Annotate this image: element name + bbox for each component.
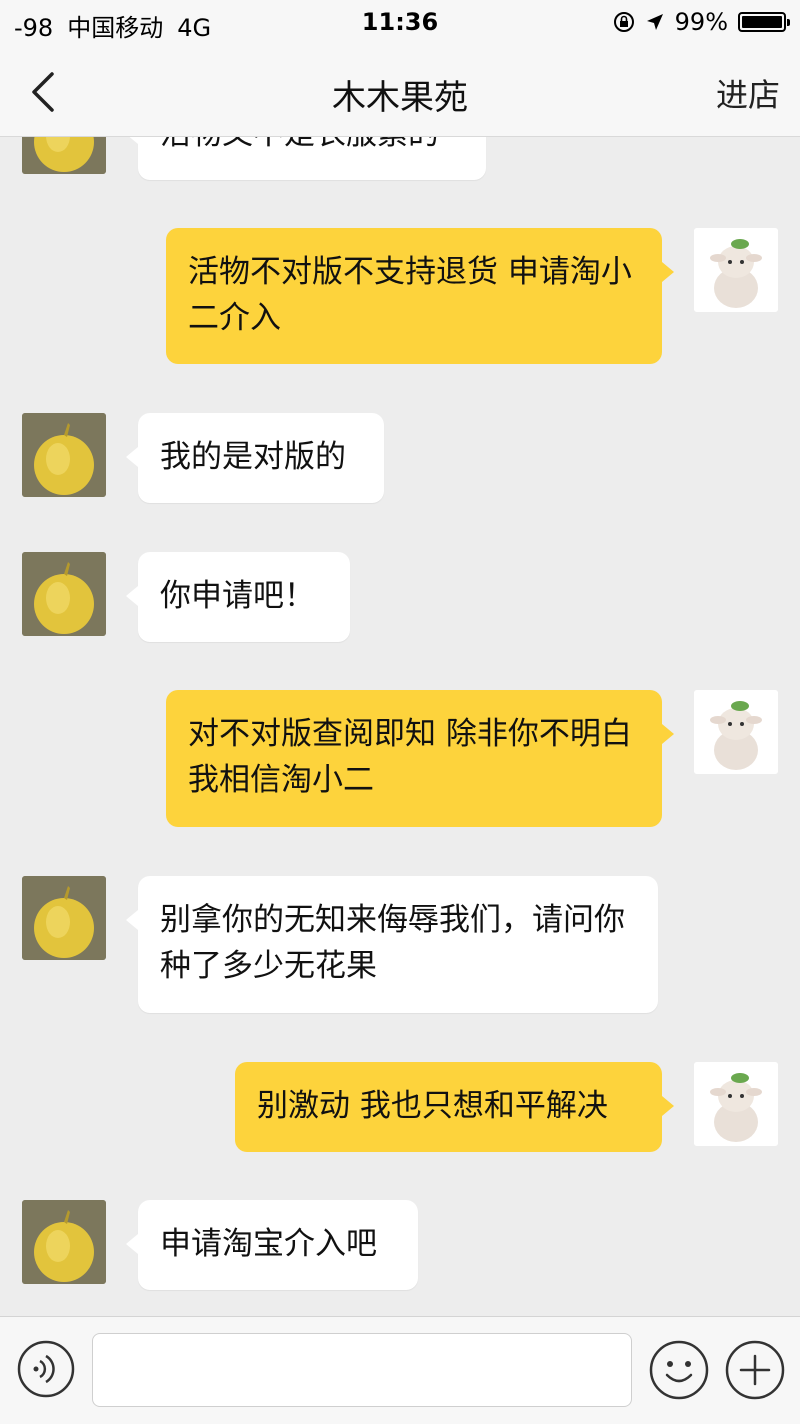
message-text: 我的是对版的 xyxy=(160,439,346,475)
chat-area[interactable]: 活物又不是衣服素的 活物不对版不支持退货 申请淘小二介入 我的是对版的 你申请吧… xyxy=(0,0,800,1316)
message-bubble[interactable]: 你申请吧！ xyxy=(126,552,350,642)
battery-icon xyxy=(738,12,790,32)
enter-shop-button[interactable]: 进店 xyxy=(716,70,780,116)
message-text: 你申请吧！ xyxy=(160,578,315,614)
message-text: 活物不对版不支持退货 申请淘小二介入 xyxy=(188,254,632,336)
message-bubble[interactable]: 别激动 我也只想和平解决 xyxy=(235,1062,674,1152)
battery-percent: 99% xyxy=(674,8,728,36)
emoji-icon[interactable] xyxy=(648,1339,710,1401)
message-bubble[interactable]: 申请淘宝介入吧 xyxy=(126,1200,418,1290)
message-bubble[interactable]: 我的是对版的 xyxy=(126,413,384,503)
shop-avatar[interactable] xyxy=(22,1200,106,1284)
page-title: 木木果苑 xyxy=(332,78,468,118)
input-bar xyxy=(0,1316,800,1424)
message-text: 别激动 我也只想和平解决 xyxy=(257,1088,608,1124)
message-bubble[interactable]: 别拿你的无知来侮辱我们，请问你种了多少无花果 xyxy=(126,876,658,1013)
my-avatar[interactable] xyxy=(694,228,778,312)
message-bubble[interactable]: 对不对版查阅即知 除非你不明白 我相信淘小二 xyxy=(166,690,674,827)
shop-avatar[interactable] xyxy=(22,552,106,636)
message-text: 申请淘宝介入吧 xyxy=(160,1226,377,1262)
voice-icon[interactable] xyxy=(16,1339,76,1399)
my-avatar[interactable] xyxy=(694,690,778,774)
message-bubble[interactable]: 活物不对版不支持退货 申请淘小二介入 xyxy=(166,228,674,364)
nav-bar: 木木果苑 进店 xyxy=(0,46,800,137)
status-icons: 99% xyxy=(613,8,790,36)
my-avatar[interactable] xyxy=(694,1062,778,1146)
plus-icon[interactable] xyxy=(724,1339,786,1401)
message-input[interactable] xyxy=(92,1333,632,1407)
rotation-lock-icon xyxy=(613,12,634,32)
location-arrow-icon xyxy=(646,14,663,30)
message-text: 别拿你的无知来侮辱我们，请问你种了多少无花果 xyxy=(160,902,625,984)
shop-avatar[interactable] xyxy=(22,876,106,960)
status-bar: -98 中国移动 4G 11:36 99% xyxy=(0,0,800,46)
shop-avatar[interactable] xyxy=(22,413,106,497)
message-text: 对不对版查阅即知 除非你不明白 我相信淘小二 xyxy=(188,716,632,798)
